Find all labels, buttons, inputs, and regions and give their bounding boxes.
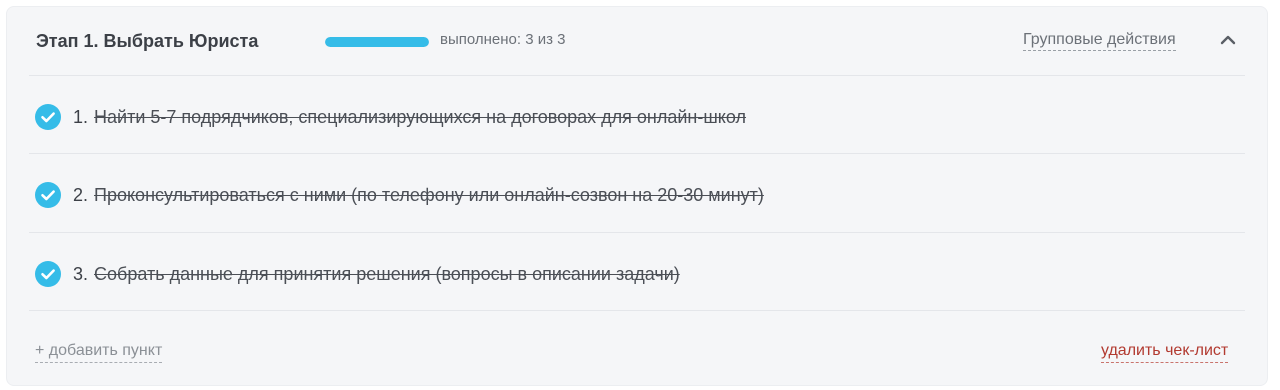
divider — [29, 310, 1245, 311]
progress-bar — [325, 37, 429, 47]
chevron-up-icon — [1220, 35, 1236, 45]
checklist-item: 3. Собрать данные для принятия решения (… — [35, 259, 1237, 289]
checklist-item-text[interactable]: Проконсультироваться с ними (по телефону… — [94, 185, 764, 206]
group-actions-link[interactable]: Групповые действия — [1023, 31, 1176, 51]
checklist-stage-card: Этап 1. Выбрать Юриста выполнено: 3 из 3… — [6, 6, 1268, 386]
progress-bar-fill — [325, 37, 429, 47]
checkmark-circle-icon[interactable] — [35, 104, 61, 130]
divider — [29, 232, 1245, 233]
checklist-item: 2. Проконсультироваться с ними (по телеф… — [35, 180, 1237, 210]
collapse-button[interactable] — [1215, 27, 1241, 53]
progress-label: выполнено: 3 из 3 — [440, 31, 566, 48]
checkmark-circle-icon[interactable] — [35, 261, 61, 287]
stage-header: Этап 1. Выбрать Юриста выполнено: 3 из 3… — [7, 7, 1267, 75]
checkmark-circle-icon[interactable] — [35, 182, 61, 208]
checklist-item-text[interactable]: Собрать данные для принятия решения (воп… — [94, 264, 680, 285]
checklist-item-text[interactable]: Найти 5-7 подрядчиков, специализирующихс… — [94, 107, 746, 128]
checklist-item-number: 2. — [73, 184, 89, 205]
stage-title: Этап 1. Выбрать Юриста — [36, 31, 259, 51]
checklist-item: 1. Найти 5-7 подрядчиков, специализирующ… — [35, 102, 1237, 132]
divider — [29, 153, 1245, 154]
checklist-item-number: 3. — [73, 263, 89, 284]
delete-checklist-link[interactable]: удалить чек-лист — [1101, 342, 1229, 363]
checklist-item-number: 1. — [73, 106, 89, 127]
add-item-link[interactable]: + добавить пункт — [35, 342, 163, 363]
divider — [29, 75, 1245, 76]
